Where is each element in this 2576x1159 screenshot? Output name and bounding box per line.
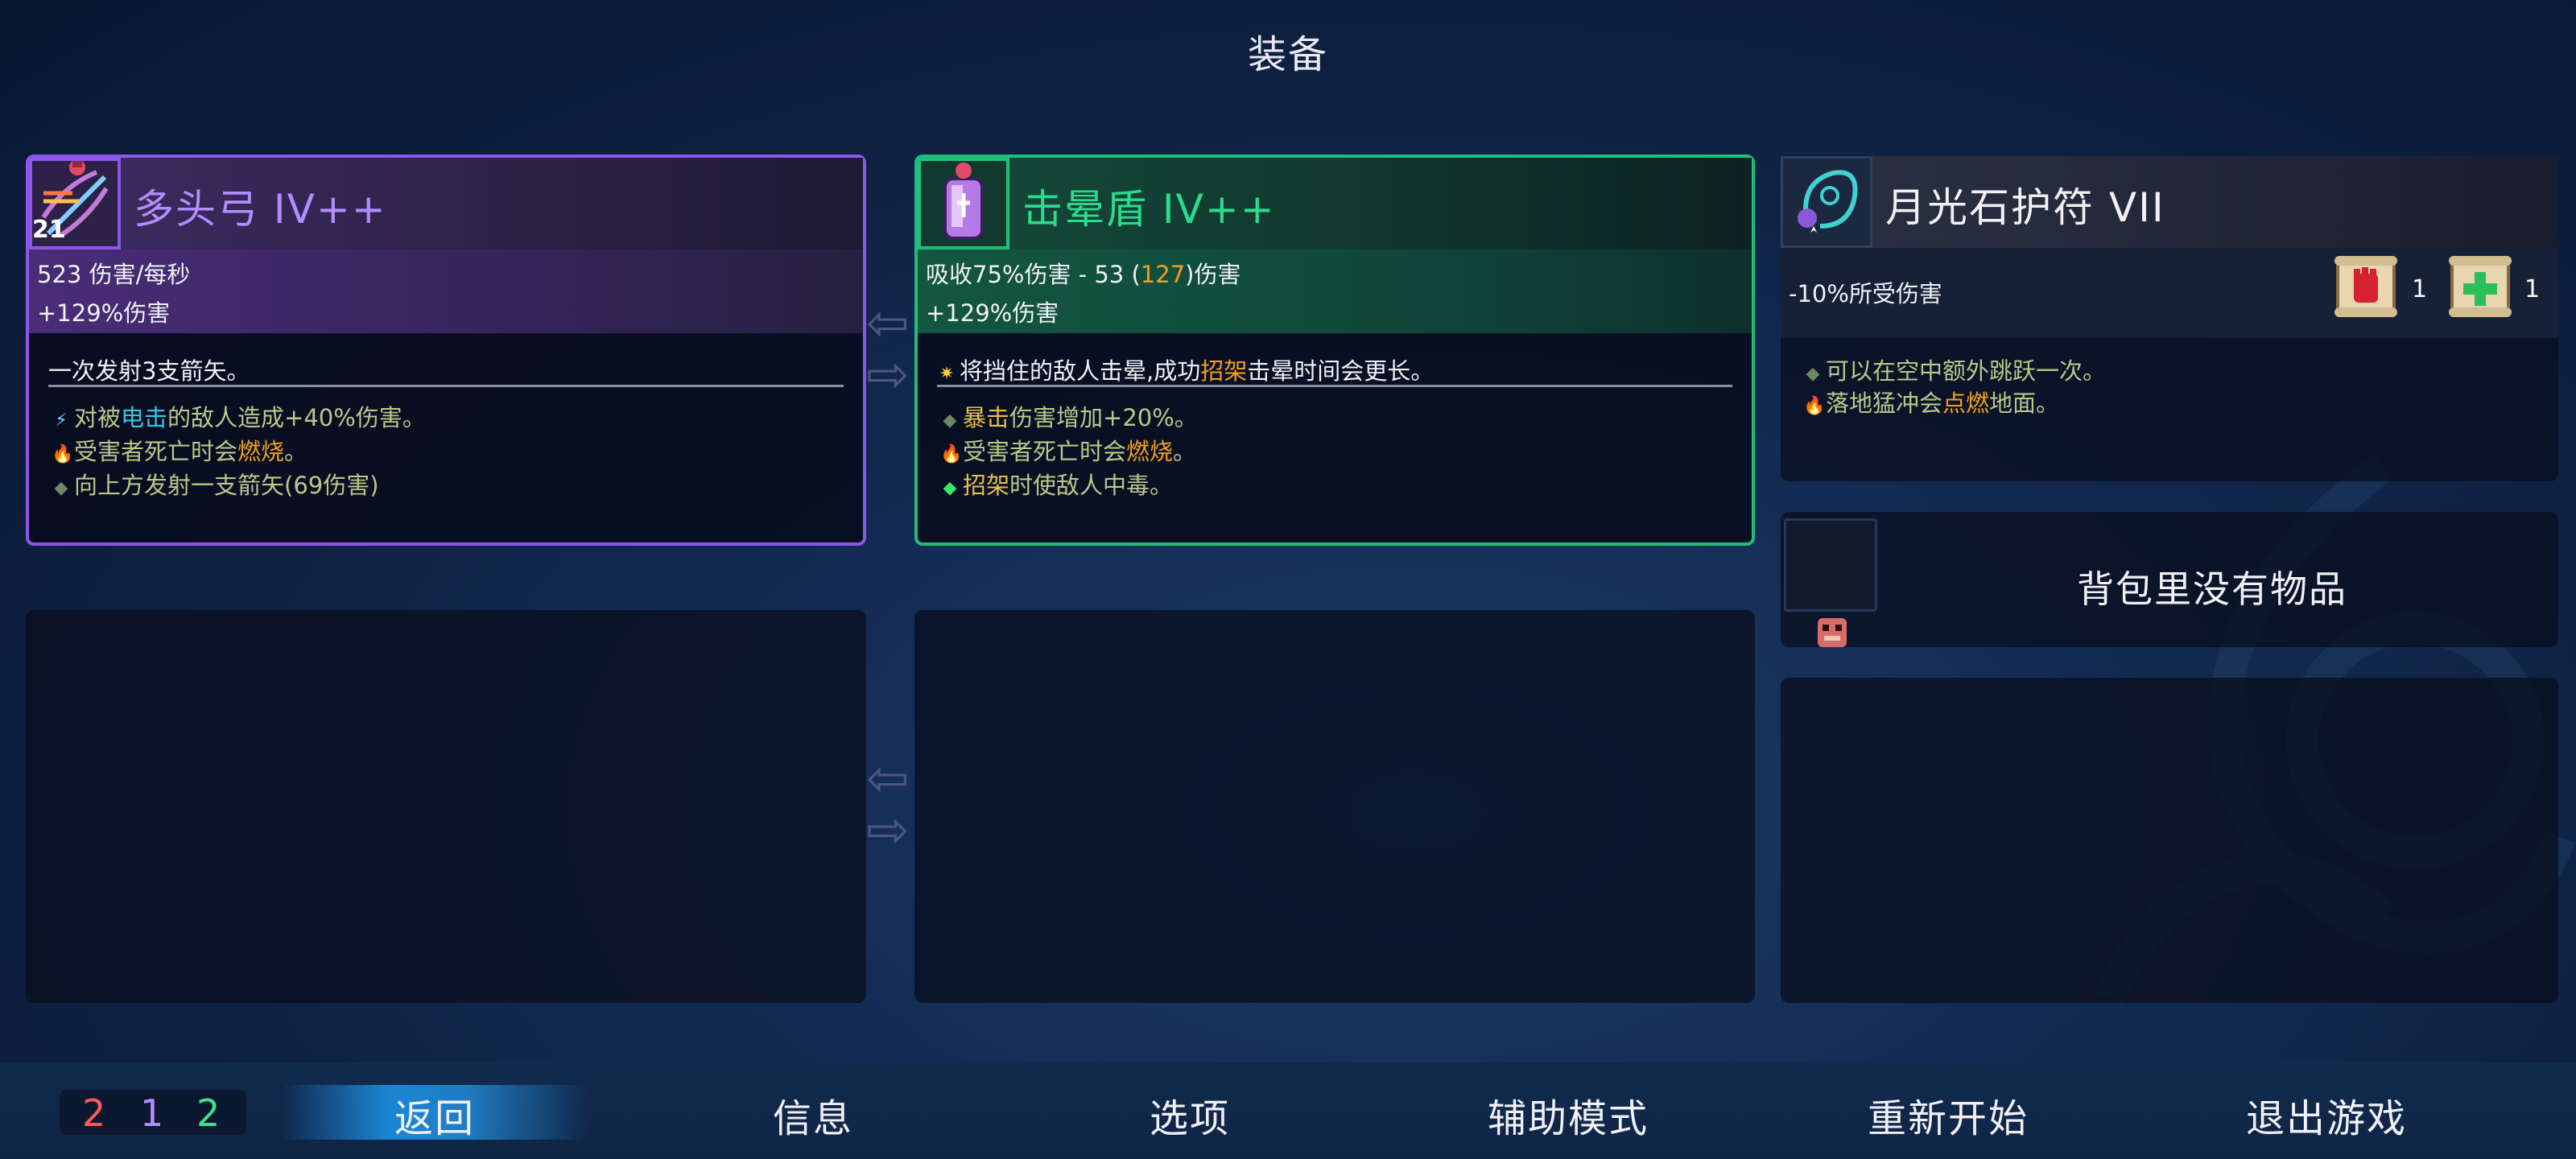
weapon-2-card[interactable]: 击晕盾 IV++ 吸收75%伤害 - 53 (127)伤害 +129%伤害 ✷ 将…	[914, 155, 1755, 546]
weapon-1-dps: 523 伤害/每秒	[37, 261, 191, 288]
weapon-2-affix-2: 🔥受害者死亡时会燃烧。	[940, 438, 1197, 465]
diamond-bullet-icon: ◆	[943, 410, 957, 431]
amulet-stats: -10%所受伤害 1 1	[1781, 248, 2558, 338]
weapon-1-name: 多头弓 IV++	[134, 186, 387, 233]
swap-left-arrow-icon[interactable]: ⇦	[866, 753, 910, 805]
tactics-count: 1	[140, 1091, 164, 1135]
bottom-menu: 2 1 2 返回 信息 选项 辅助模式 重新开始 退出游戏	[0, 1062, 2576, 1159]
menu-info-button[interactable]: 信息	[773, 1087, 853, 1143]
stun-shield-icon	[943, 163, 984, 240]
backpack-empty-slot[interactable]	[1784, 518, 1877, 612]
poison-gem-icon: ◆	[943, 478, 957, 498]
moonstone-amulet-icon	[1798, 170, 1858, 233]
scroll-survival-count: 1	[2524, 275, 2541, 303]
weapon-2-affix-3: ◆ 招架时使敌人中毒。	[940, 467, 1174, 501]
weapon-2-divider	[937, 385, 1732, 387]
amulet-icon-slot[interactable]	[1781, 156, 1872, 248]
swap-right-arrow-icon[interactable]: ⇨	[866, 349, 910, 401]
diamond-bullet-icon: ◆	[54, 478, 68, 498]
weapon-1-stats: 523 伤害/每秒 +129%伤害	[29, 250, 863, 333]
weapon-1-affix-1: ⚡ 对被电击的敌人造成+40%伤害。	[52, 399, 426, 433]
lightning-icon: ⚡	[55, 410, 68, 431]
fire-icon: 🔥	[1803, 396, 1826, 416]
weapon-2-compare-slot	[914, 610, 1755, 1003]
weapon-1-description: 一次发射3支箭矢。	[48, 357, 250, 385]
weapon-1-damage-bonus: +129%伤害	[37, 299, 171, 327]
menu-quit-button[interactable]: 退出游戏	[2246, 1087, 2407, 1143]
fire-icon: 🔥	[940, 444, 963, 464]
green-cross-scroll-icon	[2449, 256, 2512, 317]
swap-left-arrow-icon[interactable]: ⇦	[866, 298, 910, 349]
amulet-damage-reduction: -10%所受伤害	[1789, 280, 1942, 307]
weapon-2-name: 击晕盾 IV++	[1022, 186, 1276, 233]
weapon-1-level: 21	[32, 216, 66, 244]
menu-back-button[interactable]: 返回	[394, 1087, 475, 1143]
menu-restart-button[interactable]: 重新开始	[1868, 1087, 2029, 1143]
weapon-1-divider	[48, 385, 844, 387]
weapon-1-affix-2: 🔥受害者死亡时会燃烧。	[52, 438, 308, 465]
weapon-2-stats: 吸收75%伤害 - 53 (127)伤害 +129%伤害	[918, 250, 1752, 333]
weapon-2-description: ✷ 将挡住的敌人击晕,成功招架击晕时间会更长。	[937, 353, 1434, 386]
menu-assist-mode-button[interactable]: 辅助模式	[1488, 1087, 1649, 1143]
survival-count: 2	[196, 1091, 221, 1135]
scroll-counter: 2 1 2	[60, 1090, 246, 1135]
weapon-2-damage-bonus: +129%伤害	[926, 299, 1059, 327]
page-title: 装备	[1247, 32, 1328, 77]
backpack-empty-text: 背包里没有物品	[2077, 567, 2347, 611]
amulet-affix-2: 🔥落地猛冲会点燃地面。	[1803, 390, 2060, 417]
fire-icon: 🔥	[52, 444, 74, 464]
amulet-affix-1: ◆ 可以在空中额外跳跃一次。	[1803, 353, 2106, 386]
weapon-1-card[interactable]: 21 多头弓 IV++ 523 伤害/每秒 +129%伤害 一次发射3支箭矢。 …	[26, 155, 866, 546]
backpack-creature-icon	[1818, 618, 1847, 647]
weapon-1-compare-slot	[26, 610, 866, 1003]
amulet-card[interactable]: 月光石护符 VII -10%所受伤害 1 1 ◆ 可以在空中额外跳跃一次。 🔥落地…	[1781, 156, 2558, 481]
amulet-name: 月光石护符 VII	[1885, 184, 2165, 231]
menu-options-button[interactable]: 选项	[1150, 1087, 1230, 1143]
red-fist-scroll-icon	[2334, 256, 2397, 317]
backpack-detail-slot	[1781, 678, 2558, 1003]
diamond-bullet-icon: ◆	[1806, 364, 1820, 384]
swap-right-arrow-icon[interactable]: ⇨	[866, 805, 910, 856]
stun-star-icon: ✷	[939, 364, 955, 384]
weapon-2-icon-slot[interactable]	[918, 158, 1009, 250]
weapon-2-block-stat: 吸收75%伤害 - 53 (127)伤害	[926, 261, 1241, 288]
brutality-count: 2	[82, 1091, 106, 1135]
scroll-brutality-count: 1	[2412, 275, 2428, 303]
weapon-2-affix-1: ◆ 暴击伤害增加+20%。	[940, 399, 1198, 433]
weapon-1-affix-3: ◆ 向上方发射一支箭矢(69伤害)	[52, 467, 379, 501]
